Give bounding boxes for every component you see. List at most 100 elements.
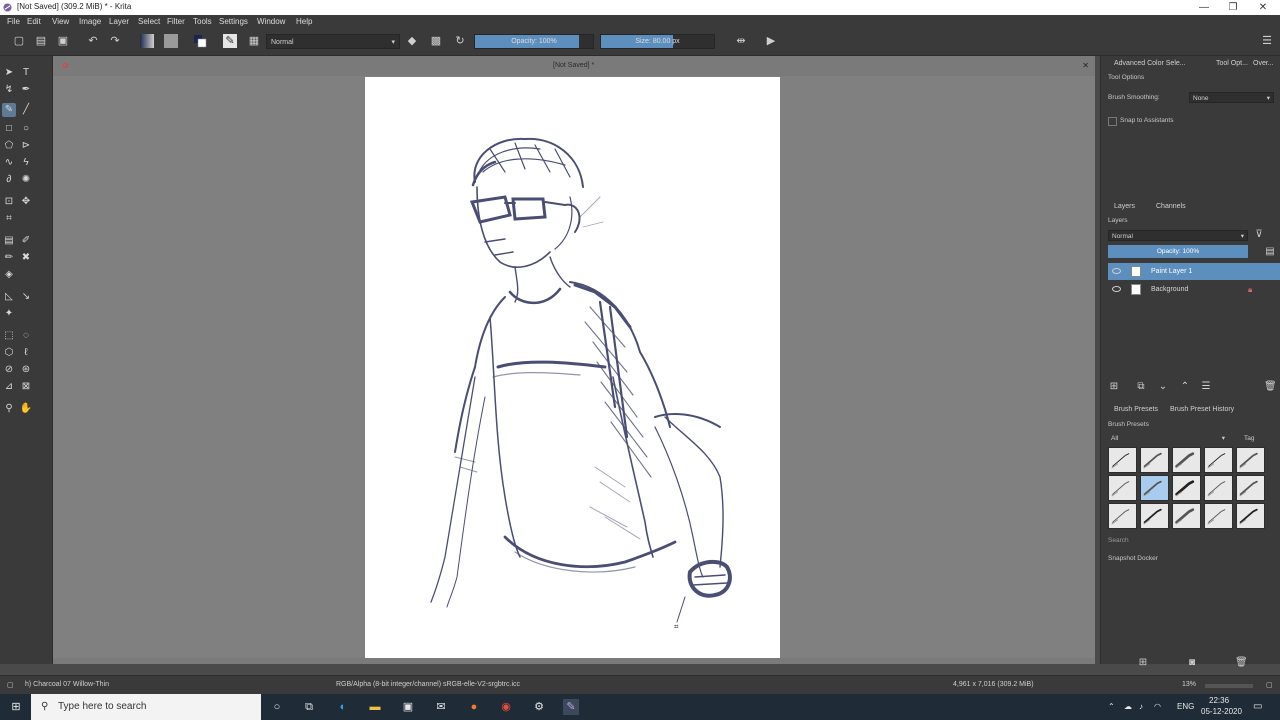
close-window-button[interactable]: ✕: [1248, 0, 1278, 15]
smart-patch-icon[interactable]: ✖: [19, 251, 33, 265]
menu-select[interactable]: Select: [138, 17, 160, 26]
brush-preset-icon[interactable]: ✎: [223, 34, 237, 48]
color-picker-icon[interactable]: ✐: [19, 234, 33, 248]
undo-icon[interactable]: ↶: [86, 34, 100, 48]
layer-blend-select[interactable]: Normal ▾: [1108, 230, 1248, 241]
task-view-icon[interactable]: ⧉: [301, 699, 317, 715]
settings-app-icon[interactable]: ⚙: [531, 699, 547, 715]
zoom-tool-icon[interactable]: ⚲: [2, 402, 16, 416]
brush-smoothing-select[interactable]: None ▾: [1189, 92, 1274, 103]
language-indicator[interactable]: ENG: [1177, 702, 1194, 711]
redo-icon[interactable]: ↷: [108, 34, 122, 48]
polygon-tool-icon[interactable]: ⬠: [2, 139, 16, 153]
reference-tool-icon[interactable]: ✦: [2, 307, 16, 321]
menu-help[interactable]: Help: [296, 17, 312, 26]
menu-settings[interactable]: Settings: [219, 17, 248, 26]
assistant-tool-icon[interactable]: ◺: [2, 290, 16, 304]
crop-tool-icon[interactable]: ⌗: [2, 212, 16, 226]
rectangle-tool-icon[interactable]: □: [2, 122, 16, 136]
mirror-horizontal-icon[interactable]: ⇹: [734, 34, 748, 48]
file-explorer-icon[interactable]: ▬: [367, 699, 383, 715]
brush-preset-tile[interactable]: [1172, 475, 1201, 501]
brush-tag-label[interactable]: Tag: [1244, 435, 1254, 442]
layer-opacity-slider[interactable]: Opacity: 100%: [1108, 245, 1248, 258]
menu-edit[interactable]: Edit: [27, 17, 41, 26]
drawing-canvas[interactable]: [365, 77, 780, 664]
volume-icon[interactable]: ♪: [1139, 702, 1143, 711]
brush-preset-tile[interactable]: [1204, 447, 1233, 473]
move-tool-icon[interactable]: ✥: [19, 195, 33, 209]
menu-image[interactable]: Image: [79, 17, 101, 26]
firefox-icon[interactable]: ●: [466, 699, 482, 715]
brush-preset-tile[interactable]: [1172, 447, 1201, 473]
brush-preset-tile[interactable]: [1236, 447, 1265, 473]
blend-mode-select[interactable]: Normal ▾: [266, 34, 400, 49]
lock-icon[interactable]: 🔒︎: [1248, 281, 1252, 298]
brush-preset-tile[interactable]: [1108, 447, 1137, 473]
move-layer-down-icon[interactable]: ⌄: [1157, 381, 1169, 393]
preserve-alpha-icon[interactable]: ▩: [429, 34, 443, 48]
brush-preset-tile[interactable]: [1108, 503, 1137, 529]
taskbar-search-input[interactable]: ⚲ Type here to search: [31, 694, 261, 720]
windows-start-icon[interactable]: ⊞: [8, 699, 24, 715]
ellipse-select-icon[interactable]: ◌: [19, 329, 33, 343]
brush-preset-tile[interactable]: [1108, 475, 1137, 501]
fill-tool-icon[interactable]: ◈: [2, 268, 16, 282]
new-document-icon[interactable]: ▢: [12, 34, 26, 48]
brush-preset-tile[interactable]: [1172, 503, 1201, 529]
restore-button[interactable]: ❐: [1218, 0, 1248, 15]
fullscreen-icon[interactable]: ▢: [1266, 681, 1273, 689]
brush-preset-tile[interactable]: [1140, 447, 1169, 473]
panel-menu-icon[interactable]: ☰: [1260, 34, 1274, 48]
brush-status-icon[interactable]: ▢: [7, 681, 14, 689]
tray-chevron-icon[interactable]: ⌃: [1108, 702, 1115, 711]
document-tab[interactable]: [Not Saved] * ✕: [53, 56, 1095, 76]
popup-palette-icon[interactable]: ✿: [62, 61, 69, 70]
layer-row-background[interactable]: Background 🔒︎: [1108, 281, 1280, 298]
text-tool-icon[interactable]: T: [19, 66, 33, 80]
gradient-icon[interactable]: [140, 34, 154, 48]
transform-tool-icon[interactable]: ⊡: [2, 195, 16, 209]
open-document-icon[interactable]: ▤: [34, 34, 48, 48]
cortana-icon[interactable]: ○: [269, 699, 285, 715]
gradient-tool-icon[interactable]: ▤: [2, 234, 16, 248]
calligraphy-icon[interactable]: ✒: [19, 83, 33, 97]
menu-window[interactable]: Window: [257, 17, 285, 26]
similar-select-icon[interactable]: ⊛: [19, 363, 33, 377]
chrome-icon[interactable]: ◉: [498, 699, 514, 715]
menu-layer[interactable]: Layer: [109, 17, 129, 26]
canvas-area[interactable]: [Not Saved] * ✕ ✿ ⌗: [53, 56, 1095, 664]
add-snapshot-icon[interactable]: ⊞: [1137, 657, 1149, 669]
filter-icon[interactable]: ⊽: [1253, 229, 1265, 241]
menu-filter[interactable]: Filter: [167, 17, 185, 26]
clock-time[interactable]: 22:36: [1209, 696, 1229, 705]
tab-channels[interactable]: Channels: [1156, 203, 1186, 210]
store-icon[interactable]: ▣: [400, 699, 416, 715]
size-slider[interactable]: Size: 80.00 px: [600, 34, 715, 49]
brush-preset-tile[interactable]: [1236, 503, 1265, 529]
brush-preset-tile[interactable]: [1140, 503, 1169, 529]
delete-snapshot-icon[interactable]: 🗑︎: [1235, 657, 1248, 669]
tab-brush-presets[interactable]: Brush Presets: [1114, 406, 1158, 413]
delete-layer-icon[interactable]: 🗑︎: [1264, 381, 1277, 393]
select-shapes-icon[interactable]: ➤: [2, 66, 16, 80]
brush-search-input[interactable]: Search: [1108, 537, 1129, 544]
minimize-button[interactable]: —: [1189, 0, 1219, 15]
pattern-icon[interactable]: [164, 34, 178, 48]
contiguous-select-icon[interactable]: ⊘: [2, 363, 16, 377]
brush-settings-icon[interactable]: ▦: [247, 34, 261, 48]
menu-tools[interactable]: Tools: [193, 17, 212, 26]
brush-preset-tile[interactable]: [1140, 475, 1169, 501]
brush-preset-tile[interactable]: [1236, 475, 1265, 501]
layer-row-paint-layer-1[interactable]: Paint Layer 1: [1108, 263, 1280, 280]
polyline-tool-icon[interactable]: ⊳: [19, 139, 33, 153]
clock-date[interactable]: 05-12-2020: [1201, 707, 1242, 716]
freehand-brush-icon[interactable]: ✎: [2, 103, 16, 117]
bezier-select-icon[interactable]: ⊿: [2, 380, 16, 394]
rect-select-icon[interactable]: ⬚: [2, 329, 16, 343]
ellipse-tool-icon[interactable]: ○: [19, 122, 33, 136]
save-icon[interactable]: ▣: [56, 34, 70, 48]
network-icon[interactable]: ☁: [1124, 702, 1132, 711]
wifi-icon[interactable]: ◠: [1154, 702, 1161, 711]
color-swap-icon[interactable]: [193, 34, 207, 48]
